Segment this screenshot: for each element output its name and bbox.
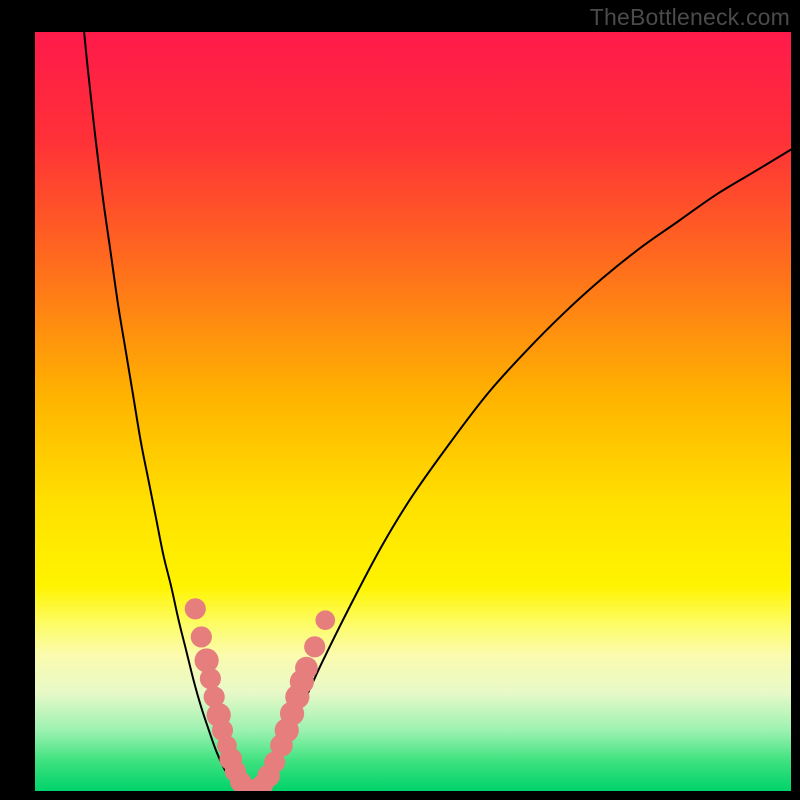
marker-dot	[191, 626, 212, 647]
frame: TheBottleneck.com	[0, 0, 800, 800]
marker-dot	[200, 668, 221, 689]
marker-dot	[304, 636, 325, 657]
plot-area	[35, 32, 791, 791]
watermark-text: TheBottleneck.com	[590, 4, 790, 31]
chart-svg	[35, 32, 791, 791]
marker-dot	[185, 598, 206, 619]
marker-dot	[295, 657, 318, 680]
bottleneck-curve	[84, 32, 791, 791]
marker-dot	[315, 610, 335, 630]
